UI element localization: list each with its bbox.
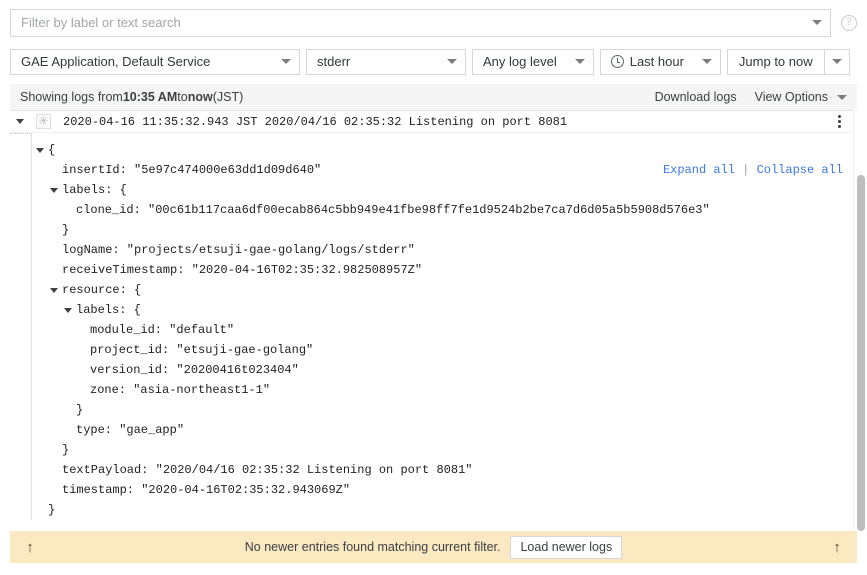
log-name-select[interactable]: stderr (306, 48, 466, 75)
json-line: insertId: "5e97c474000e63dd1d09d640" (10, 160, 857, 180)
json-line: } (10, 500, 857, 520)
view-options-button[interactable]: View Options (755, 90, 847, 104)
filter-row: Filter by label or text search ? (0, 0, 867, 45)
json-line: labels: { (10, 180, 857, 200)
status-bar-prefix: Showing logs from (20, 90, 123, 104)
json-line: timestamp: "2020-04-16T02:35:32.943069Z" (10, 480, 857, 500)
log-entry-summary: 2020-04-16 11:35:32.943 JST 2020/04/16 0… (63, 114, 568, 129)
log-entry-header[interactable]: ✳ 2020-04-16 11:35:32.943 JST 2020/04/16… (10, 111, 857, 133)
json-rows: { insertId: "5e97c474000e63dd1d09d640" lab… (10, 140, 857, 520)
footer-center: No newer entries found matching current … (38, 535, 829, 559)
triangle-down-icon[interactable] (50, 187, 58, 193)
jump-to-now-button[interactable]: Jump to now (726, 48, 824, 75)
json-line-text: receiveTimestamp: "2020-04-16T02:35:32.9… (62, 263, 423, 277)
jump-to-now-dropdown[interactable] (823, 48, 850, 75)
json-line-text: clone_id: "00c61b117caa6df00ecab864c5bb9… (76, 203, 710, 217)
json-line-text: insertId: "5e97c474000e63dd1d09d640" (62, 163, 322, 177)
chevron-down-icon[interactable] (812, 20, 822, 25)
json-line-text: { (48, 143, 56, 157)
arrow-up-icon[interactable]: ↑ (22, 539, 38, 556)
triangle-down-icon[interactable] (64, 307, 72, 313)
vertical-scrollbar[interactable] (853, 110, 867, 531)
json-line-text: labels: { (62, 183, 127, 197)
json-line-text: } (62, 223, 70, 237)
triangle-down-icon[interactable] (36, 147, 44, 153)
view-options-label: View Options (754, 90, 828, 104)
json-line-text: } (48, 503, 56, 517)
chevron-down-icon (281, 59, 291, 64)
load-newer-logs-button[interactable]: Load newer logs (510, 535, 623, 559)
chevron-down-icon (831, 59, 842, 64)
json-line-text: type: "gae_app" (76, 423, 185, 437)
json-line-text: labels: { (76, 303, 141, 317)
json-line: } (10, 400, 857, 420)
json-line: type: "gae_app" (10, 420, 857, 440)
json-line: textPayload: "2020/04/16 02:35:32 Listen… (10, 460, 857, 480)
json-line: version_id: "20200416t023404" (10, 360, 857, 380)
log-level-select[interactable]: Any log level (472, 48, 594, 75)
log-level-select-label: Any log level (483, 54, 557, 69)
search-input-placeholder: Filter by label or text search (21, 14, 181, 30)
status-bar-middle: to (177, 90, 188, 104)
status-bar-to-time: now (187, 90, 213, 104)
json-line-text: } (62, 443, 70, 457)
jump-to-now-label: Jump to now (738, 54, 813, 69)
log-entries-panel: ✳ 2020-04-16 11:35:32.943 JST 2020/04/16… (10, 110, 857, 531)
json-line-text: version_id: "20200416t023404" (90, 363, 299, 377)
triangle-down-icon[interactable] (50, 287, 58, 293)
arrow-up-icon-right[interactable]: ↑ (829, 539, 845, 556)
kebab-menu-icon[interactable] (829, 115, 849, 128)
log-name-select-label: stderr (317, 54, 351, 69)
json-line: zone: "asia-northeast1-1" (10, 380, 857, 400)
json-line: module_id: "default" (10, 320, 857, 340)
logs-viewer-app: Filter by label or text search ? GAE App… (0, 0, 867, 575)
json-line: clone_id: "00c61b117caa6df00ecab864c5bb9… (10, 200, 857, 220)
asterisk-icon: ✳ (36, 114, 51, 129)
log-entry-json: Expand all | Collapse all {insertId: "5e… (10, 133, 857, 520)
json-line-text: project_id: "etsuji-gae-golang" (90, 343, 314, 357)
tree-guide-line-horizontal (10, 133, 32, 134)
chevron-down-icon (447, 59, 457, 64)
chevron-down-icon (837, 94, 847, 100)
json-line: labels: { (10, 300, 857, 320)
resource-select-label: GAE Application, Default Service (21, 54, 211, 69)
footer-message: No newer entries found matching current … (244, 540, 501, 554)
json-line: receiveTimestamp: "2020-04-16T02:35:32.9… (10, 260, 857, 280)
json-line: logName: "projects/etsuji-gae-golang/log… (10, 240, 857, 260)
help-circle-icon[interactable]: ? (841, 14, 857, 31)
json-line: project_id: "etsuji-gae-golang" (10, 340, 857, 360)
status-bar-suffix: (JST) (212, 90, 244, 104)
search-input[interactable]: Filter by label or text search (10, 8, 831, 37)
clock-icon (610, 55, 624, 68)
json-line-text: timestamp: "2020-04-16T02:35:32.943069Z" (62, 483, 351, 497)
json-line-text: logName: "projects/etsuji-gae-golang/log… (62, 243, 415, 257)
json-line: } (10, 220, 857, 240)
json-line: { (10, 140, 857, 160)
time-range-select-label: Last hour (629, 54, 684, 69)
scrollbar-thumb[interactable] (857, 175, 865, 531)
chevron-down-icon (574, 59, 585, 64)
status-bar: Showing logs from 10:35 AM to now (JST) … (10, 84, 857, 110)
json-line-text: textPayload: "2020/04/16 02:35:32 Listen… (62, 463, 473, 477)
json-line-text: zone: "asia-northeast1-1" (90, 383, 271, 397)
controls-row: GAE Application, Default Service stderr … (0, 45, 867, 78)
json-line-text: } (76, 403, 84, 417)
json-line: } (10, 440, 857, 460)
json-line: resource: { (10, 280, 857, 300)
download-logs-button[interactable]: Download logs (655, 90, 737, 104)
chevron-down-icon (701, 59, 712, 64)
jump-to-now-split-button: Jump to now (726, 48, 850, 75)
json-line-text: module_id: "default" (90, 323, 235, 337)
footer-bar: ↑ No newer entries found matching curren… (10, 531, 857, 563)
status-bar-from-time: 10:35 AM (122, 90, 178, 104)
resource-select[interactable]: GAE Application, Default Service (10, 48, 300, 75)
time-range-select[interactable]: Last hour (599, 48, 721, 75)
triangle-down-icon[interactable] (16, 119, 24, 124)
json-line-text: resource: { (62, 283, 142, 297)
